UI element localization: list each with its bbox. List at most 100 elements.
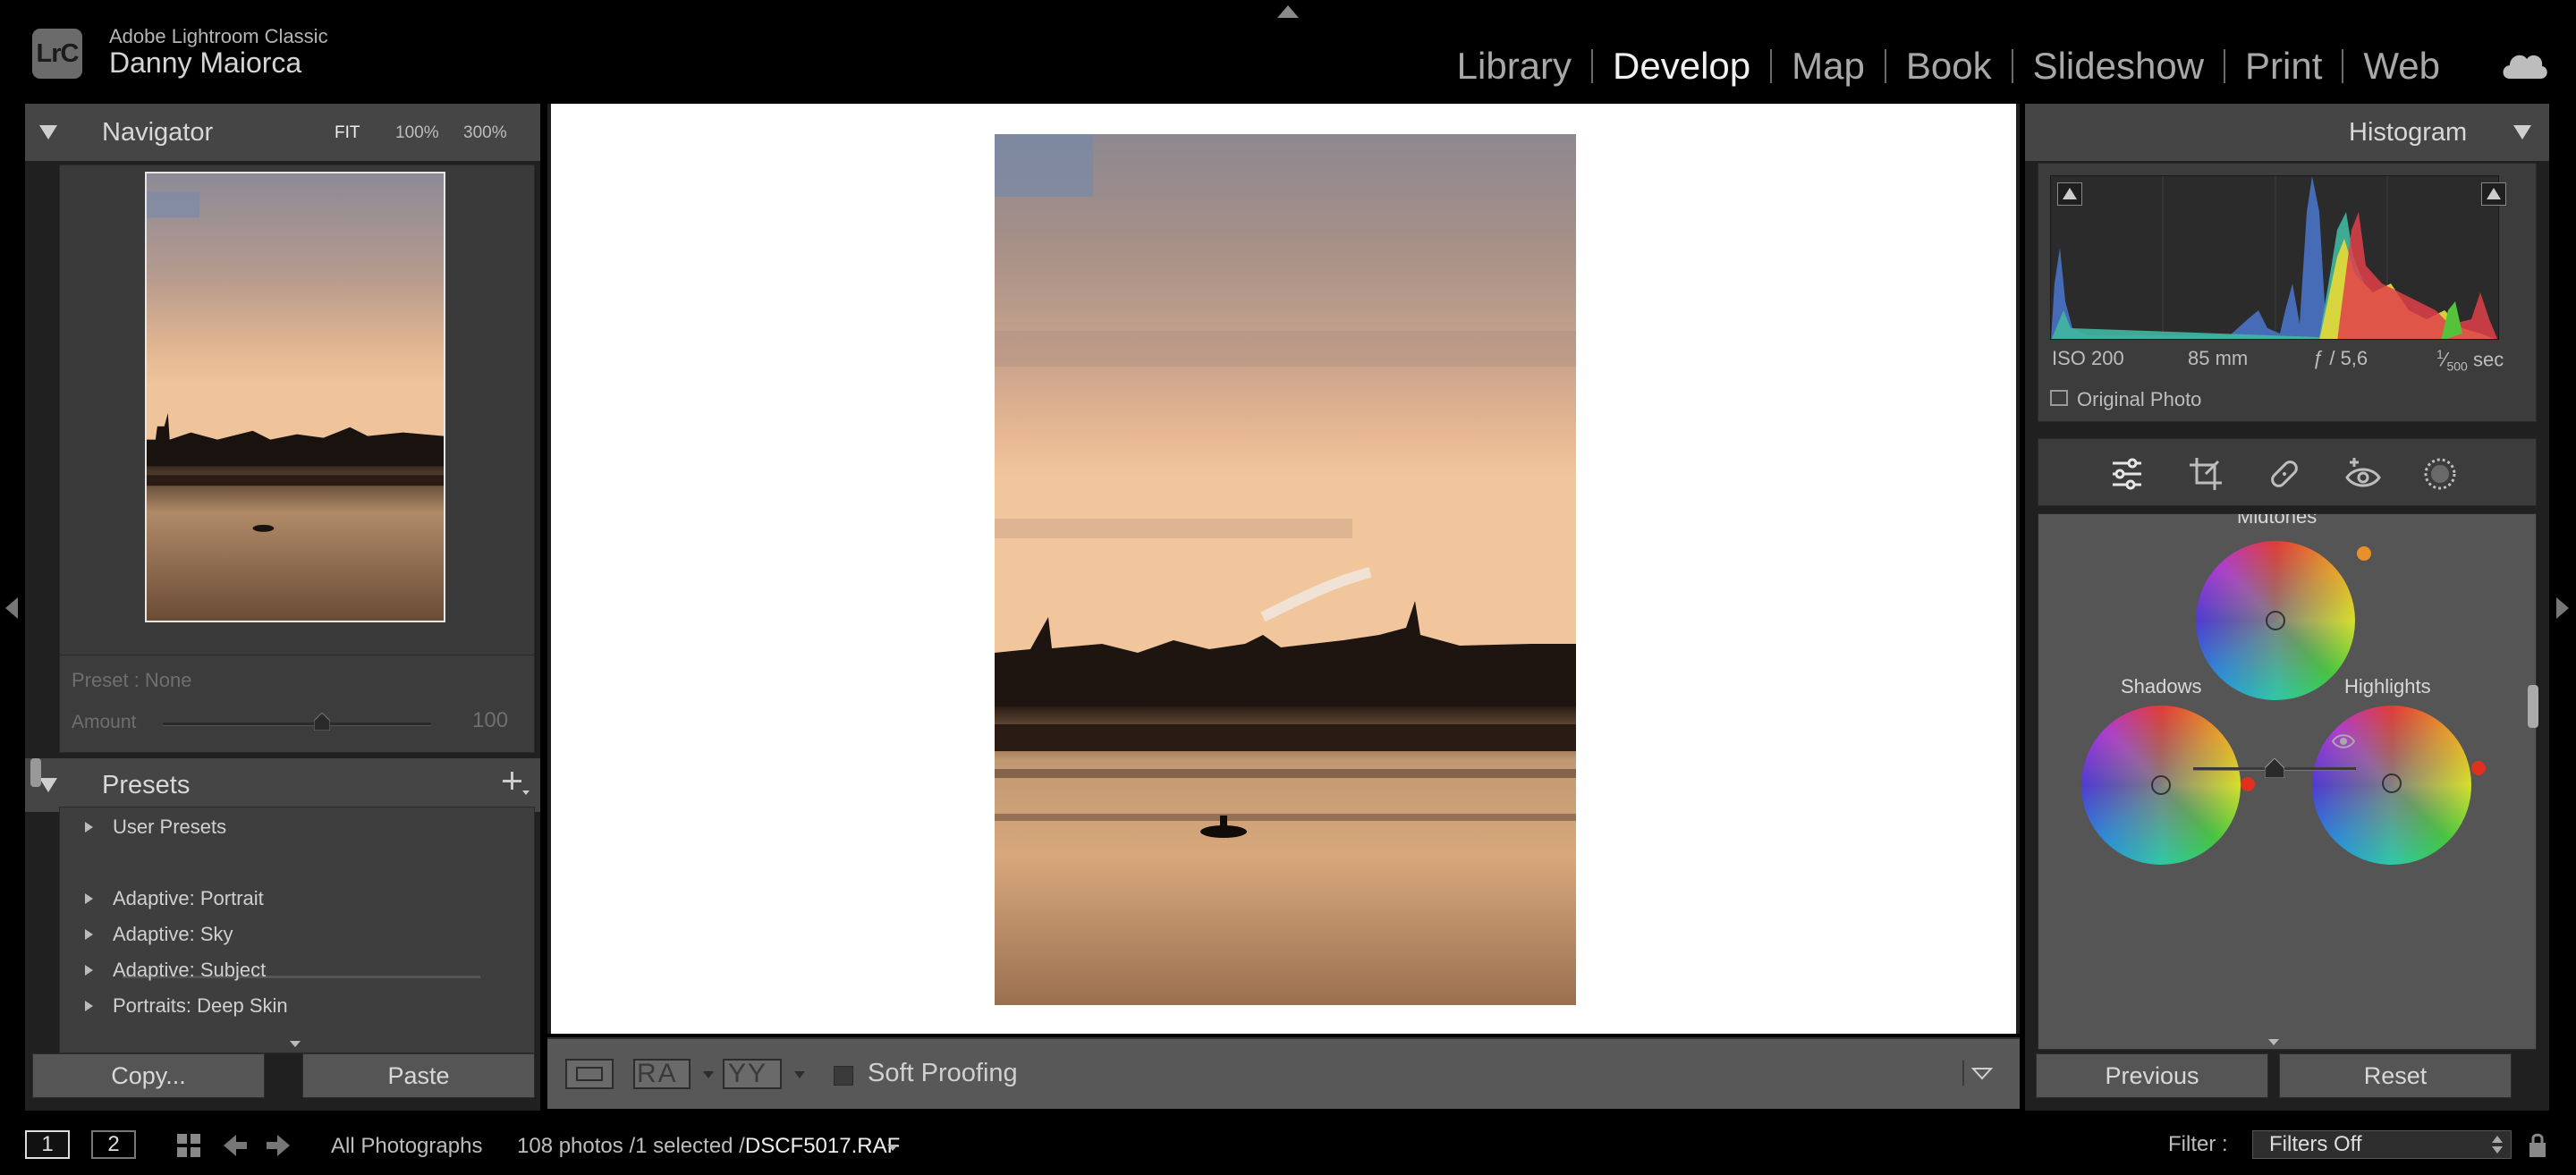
histogram-graph[interactable] (2050, 175, 2499, 340)
presets-header[interactable]: Presets (25, 758, 540, 812)
midtones-hue-dot[interactable] (2357, 546, 2371, 561)
module-web[interactable]: Web (2343, 39, 2460, 93)
toolbar-menu-chevron-icon[interactable] (1962, 1061, 1995, 1086)
module-slideshow[interactable]: Slideshow (2013, 39, 2224, 93)
amount-value: 100 (472, 708, 509, 732)
top-bar: LrC Adobe Lightroom Classic Danny Maiorc… (0, 0, 2576, 100)
expand-triangle-icon (85, 822, 93, 833)
amount-slider-thumb[interactable] (314, 713, 330, 731)
previous-button[interactable]: Previous (2036, 1053, 2268, 1098)
filter-lock-icon[interactable] (2528, 1132, 2547, 1159)
top-panel-toggle-icon[interactable] (1277, 5, 1299, 18)
add-icon[interactable] (503, 769, 530, 796)
preset-group-portraits-deep-skin[interactable]: Portraits: Deep Skin (85, 990, 288, 1022)
shadows-wheel-handle[interactable] (2151, 775, 2171, 795)
preset-group-adaptive-portrait[interactable]: Adaptive: Portrait (85, 883, 264, 915)
amount-slider[interactable] (163, 723, 431, 726)
exif-iso: ISO 200 (2052, 347, 2124, 369)
soft-proofing-checkbox[interactable] (834, 1066, 853, 1086)
cloud-icon[interactable] (2499, 46, 2549, 82)
original-photo-checkbox[interactable] (2050, 390, 2068, 406)
swap-dropdown-icon[interactable] (794, 1071, 805, 1078)
collapse-triangle-icon[interactable] (2513, 125, 2531, 139)
sliders-icon[interactable] (2107, 454, 2147, 494)
filmstrip-count[interactable]: 108 photos /1 selected /DSCF5017.RAF (517, 1134, 900, 1159)
masking-icon[interactable] (2420, 454, 2460, 494)
color-grading-panel: Midtones Shadows Highlights (2038, 513, 2537, 1050)
healing-icon[interactable] (2265, 454, 2304, 494)
loupe-view-button[interactable] (565, 1059, 614, 1089)
preset-name: Preset : None (72, 669, 192, 691)
expand-triangle-icon (85, 1001, 93, 1011)
module-develop[interactable]: Develop (1593, 39, 1770, 93)
histogram-header[interactable]: Histogram (2025, 104, 2549, 161)
preset-group-adaptive-subject[interactable]: Adaptive: Subject (85, 954, 266, 986)
shutter-numerator: 1 (2436, 347, 2444, 361)
collapse-triangle-icon[interactable] (39, 778, 57, 792)
before-after-lr-label: RA (637, 1059, 678, 1088)
preset-group-label: Adaptive: Subject (113, 959, 267, 981)
left-panel-scrollbar[interactable] (30, 758, 41, 787)
zoom-fit[interactable]: FIT (335, 123, 360, 143)
filmstrip-source[interactable]: All Photographs (331, 1134, 482, 1159)
previous-arrow-icon[interactable] (222, 1132, 249, 1159)
before-after-dropdown-icon[interactable] (703, 1071, 714, 1078)
exif-aperture: ƒ / 5,6 (2313, 347, 2368, 369)
right-panel: Histogram ISO 200 85 mm ƒ / 5,6 1⁄500 se… (2025, 104, 2549, 1111)
secondary-window-button[interactable]: 2 (91, 1130, 136, 1159)
paste-button[interactable]: Paste (302, 1053, 535, 1098)
shadows-hue-dot[interactable] (2241, 777, 2255, 791)
shadow-clipping-button[interactable] (2057, 182, 2082, 206)
collapse-triangle-icon[interactable] (39, 125, 57, 139)
preset-group-user-presets[interactable]: User Presets (85, 811, 226, 843)
right-panel-scrollbar[interactable] (2528, 685, 2538, 728)
shadow-clipping-icon (2063, 188, 2077, 199)
exif-focal-length: 85 mm (2188, 347, 2249, 369)
main-photo[interactable] (995, 134, 1576, 1005)
midtones-luminance-slider-thumb[interactable] (2265, 758, 2284, 778)
identity-plate-user[interactable]: Danny Maiorca (109, 46, 301, 80)
copy-button[interactable]: Copy... (32, 1053, 265, 1098)
left-panel-toggle-icon[interactable] (5, 597, 18, 619)
eye-icon[interactable] (2331, 731, 2356, 751)
redeye-icon[interactable] (2343, 454, 2383, 494)
current-file-name: DSCF5017.RAF (744, 1134, 901, 1158)
module-library[interactable]: Library (1437, 39, 1591, 93)
filter-label: Filter : (2168, 1132, 2228, 1156)
shutter-denominator: 500 (2446, 359, 2468, 374)
file-dropdown-icon[interactable] (887, 1145, 898, 1151)
soft-proofing-label: Soft Proofing (868, 1059, 1018, 1087)
crop-icon[interactable] (2186, 454, 2225, 494)
module-map[interactable]: Map (1772, 39, 1885, 93)
highlight-clipping-icon (2487, 188, 2501, 199)
preset-group-label: Portraits: Deep Skin (113, 994, 288, 1017)
right-panel-toggle-icon[interactable] (2556, 597, 2569, 619)
module-print[interactable]: Print (2225, 39, 2342, 93)
module-picker: Library Develop Map Book Slideshow Print… (1437, 39, 2460, 93)
filter-select[interactable]: Filters Off (2252, 1130, 2512, 1159)
zoom-100[interactable]: 100% (395, 123, 439, 143)
highlights-hue-dot[interactable] (2471, 761, 2486, 775)
grid-icon[interactable] (175, 1132, 202, 1159)
primary-window-button[interactable]: 1 (25, 1130, 70, 1159)
highlights-wheel-handle[interactable] (2382, 773, 2402, 793)
navigator-title: Navigator (102, 118, 214, 147)
zoom-300[interactable]: 300% (463, 123, 507, 143)
amount-label: Amount (72, 712, 137, 732)
navigator-thumbnail[interactable] (145, 172, 445, 622)
next-arrow-icon[interactable] (265, 1132, 292, 1159)
module-book[interactable]: Book (1886, 39, 2012, 93)
highlight-clipping-button[interactable] (2481, 182, 2506, 206)
preset-group-label: User Presets (113, 816, 227, 838)
expand-triangle-icon (85, 893, 93, 904)
expand-triangle-icon (85, 929, 93, 940)
photo-count-text: 108 photos /1 selected / (517, 1134, 745, 1158)
highlights-label: Highlights (2344, 675, 2431, 697)
reset-button[interactable]: Reset (2279, 1053, 2512, 1098)
preset-group-adaptive-sky[interactable]: Adaptive: Sky (85, 918, 233, 951)
shadows-label: Shadows (2121, 675, 2202, 697)
navigator-header[interactable]: Navigator FIT 100% 300% (25, 104, 540, 161)
original-photo-label: Original Photo (2077, 388, 2202, 410)
histogram-curves (2051, 176, 2498, 339)
midtones-wheel-handle[interactable] (2266, 611, 2285, 630)
